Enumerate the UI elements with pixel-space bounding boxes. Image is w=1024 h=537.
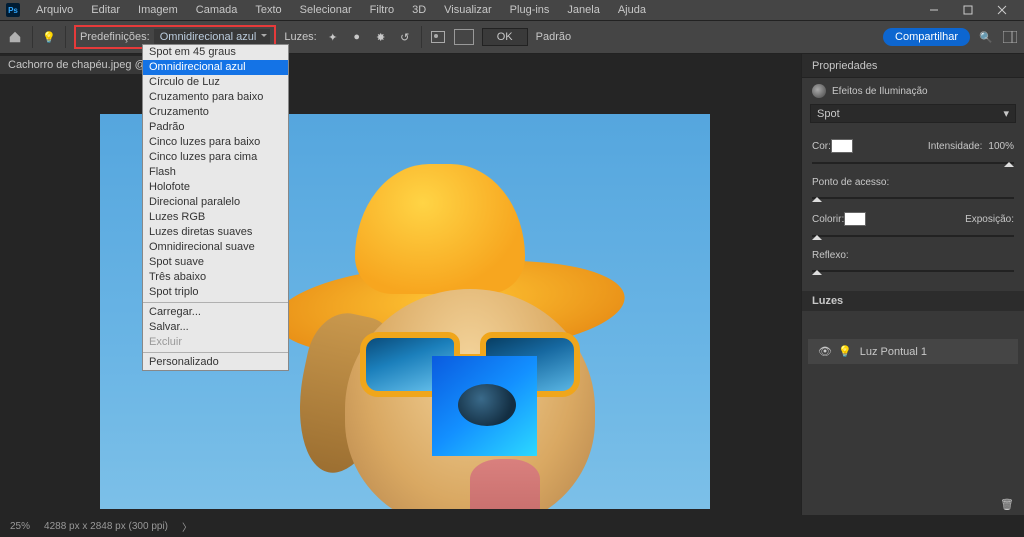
lighting-effects-icon	[812, 84, 826, 98]
preset-option[interactable]: Omnidirecional azul	[143, 60, 288, 75]
zoom-level[interactable]: 25%	[10, 521, 30, 532]
intensity-slider[interactable]	[812, 157, 1014, 169]
exposure-label: Exposição:	[965, 214, 1014, 225]
workspace: Cachorro de chapéu.jpeg @ 25% ×	[0, 54, 801, 515]
preset-option[interactable]: Omnidirecional suave	[143, 240, 288, 255]
ok-button[interactable]: OK	[482, 28, 528, 46]
visibility-icon[interactable]: 👁	[818, 345, 830, 358]
preset-option[interactable]: Cruzamento para baixo	[143, 90, 288, 105]
bulb-small-icon: 💡	[838, 345, 852, 358]
preset-option[interactable]: Direcional paralelo	[143, 195, 288, 210]
home-icon[interactable]	[6, 28, 24, 46]
light-list-item[interactable]: 👁 💡 Luz Pontual 1	[808, 339, 1018, 364]
lights-panel-title[interactable]: Luzes	[802, 291, 1024, 311]
chevron-down-icon: ▾	[1003, 107, 1009, 120]
menu-filter[interactable]: Filtro	[362, 2, 402, 18]
tongue-illustration	[470, 459, 540, 509]
menu-edit[interactable]: Editar	[83, 2, 128, 18]
light-item-label: Luz Pontual 1	[860, 346, 927, 358]
add-light-icon[interactable]: ✦	[325, 29, 341, 45]
minimize-button[interactable]	[918, 0, 950, 20]
preset-action: Excluir	[143, 335, 288, 350]
preset-option[interactable]: Cruzamento	[143, 105, 288, 120]
preset-option[interactable]: Luzes diretas suaves	[143, 225, 288, 240]
preset-option[interactable]: Spot triplo	[143, 285, 288, 300]
gloss-label: Reflexo:	[812, 250, 849, 261]
nose-illustration	[458, 384, 516, 426]
menu-view[interactable]: Visualizar	[436, 2, 500, 18]
status-chevron-icon[interactable]: 〉	[182, 519, 192, 534]
preset-custom[interactable]: Personalizado	[143, 355, 288, 370]
light-type-select[interactable]: Spot ▾	[810, 104, 1016, 123]
maximize-button[interactable]	[952, 0, 984, 20]
preset-action[interactable]: Salvar...	[143, 320, 288, 335]
menu-layer[interactable]: Camada	[188, 2, 246, 18]
light-spot-icon[interactable]: ●	[349, 29, 365, 45]
search-icon[interactable]: 🔍	[978, 29, 994, 45]
preset-option[interactable]: Cinco luzes para cima	[143, 150, 288, 165]
menu-help[interactable]: Ajuda	[610, 2, 654, 18]
color-swatch[interactable]	[831, 139, 853, 153]
preset-option[interactable]: Luzes RGB	[143, 210, 288, 225]
exposure-slider[interactable]	[812, 230, 1014, 242]
preset-option[interactable]: Spot em 45 graus	[143, 45, 288, 60]
preset-option[interactable]: Padrão	[143, 120, 288, 135]
properties-panel: Propriedades Efeitos de Iluminação Spot …	[801, 54, 1024, 515]
colorize-label: Colorir:	[812, 214, 844, 225]
menu-bar: Ps Arquivo Editar Imagem Camada Texto Se…	[0, 0, 1024, 20]
light-point-icon[interactable]: ✸	[373, 29, 389, 45]
close-button[interactable]	[986, 0, 1018, 20]
properties-subtitle: Efeitos de Iluminação	[832, 86, 928, 97]
preset-option[interactable]: Flash	[143, 165, 288, 180]
trash-icon[interactable]: 🗑	[1000, 499, 1014, 511]
preview-icon[interactable]	[430, 29, 446, 45]
presets-label: Predefinições:	[80, 31, 150, 43]
hotspot-label: Ponto de acesso:	[812, 177, 889, 188]
workspace-icon[interactable]	[1002, 29, 1018, 45]
status-bar: 25% 4288 px x 2848 px (300 ppi) 〉	[0, 515, 1024, 537]
gloss-slider[interactable]	[812, 265, 1014, 277]
preset-option[interactable]: Três abaixo	[143, 270, 288, 285]
presets-dropdown[interactable]: Omnidirecional azul	[154, 29, 271, 45]
preset-option[interactable]: Holofote	[143, 180, 288, 195]
intensity-value: 100%	[988, 141, 1014, 152]
intensity-label: Intensidade:	[928, 141, 983, 152]
menu-plugins[interactable]: Plug-ins	[502, 2, 558, 18]
menu-text[interactable]: Texto	[247, 2, 289, 18]
document-dimensions: 4288 px x 2848 px (300 ppi)	[44, 521, 168, 532]
colorize-swatch[interactable]	[844, 212, 866, 226]
light-type-value: Spot	[817, 108, 840, 120]
reset-icon[interactable]: ↺	[397, 29, 413, 45]
preset-option[interactable]: Círculo de Luz	[143, 75, 288, 90]
menu-select[interactable]: Selecionar	[292, 2, 360, 18]
ps-logo-icon: Ps	[6, 3, 20, 17]
hotspot-slider[interactable]	[812, 192, 1014, 204]
preset-option[interactable]: Spot suave	[143, 255, 288, 270]
menu-file[interactable]: Arquivo	[28, 2, 81, 18]
color-label: Cor:	[812, 141, 831, 152]
default-label[interactable]: Padrão	[536, 31, 571, 43]
presets-dropdown-menu: Spot em 45 grausOmnidirecional azulCírcu…	[142, 44, 289, 371]
properties-tab[interactable]: Propriedades	[802, 54, 1024, 78]
menu-3d[interactable]: 3D	[404, 2, 434, 18]
lights-label: Luzes:	[284, 31, 316, 43]
preset-action[interactable]: Carregar...	[143, 305, 288, 320]
menu-window[interactable]: Janela	[559, 2, 607, 18]
menu-image[interactable]: Imagem	[130, 2, 186, 18]
bulb-icon[interactable]: 💡	[41, 29, 57, 45]
preset-option[interactable]: Cinco luzes para baixo	[143, 135, 288, 150]
quality-rect-icon[interactable]	[454, 29, 474, 45]
share-button[interactable]: Compartilhar	[883, 28, 970, 46]
